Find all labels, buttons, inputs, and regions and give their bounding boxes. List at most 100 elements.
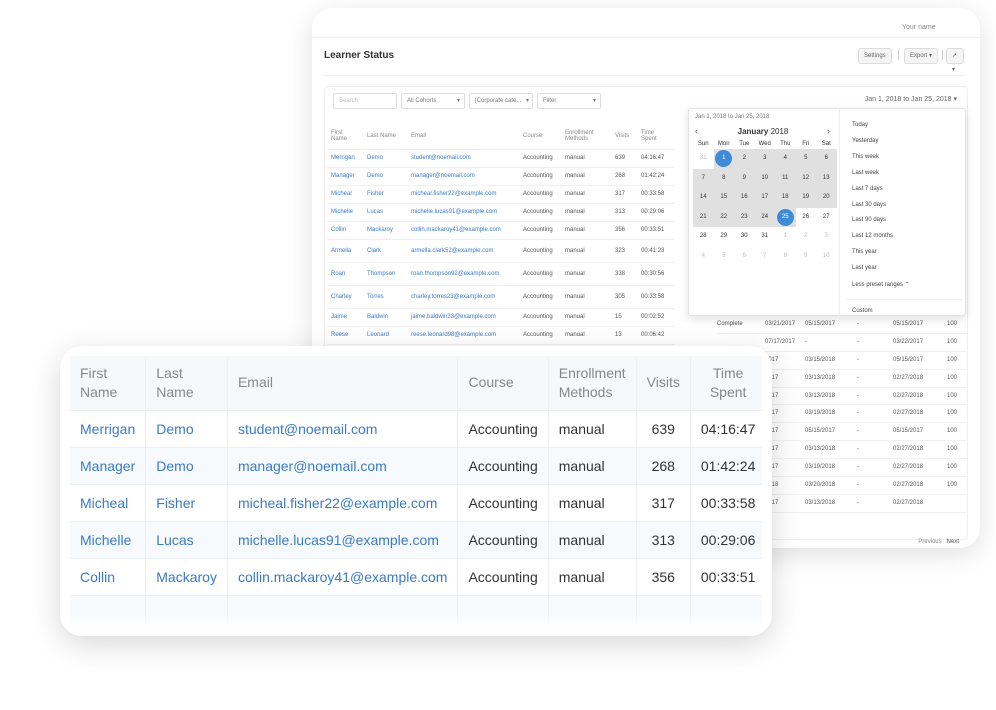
calendar-day[interactable]: 1 [713,149,734,169]
calendar-day[interactable]: 3 [816,227,837,247]
table-cell[interactable]: Torres [363,285,407,309]
table-cell[interactable]: Demo [145,409,228,447]
calendar-day[interactable]: 20 [816,188,837,208]
table-cell[interactable]: Merrigan [327,149,363,168]
date-range-picker[interactable]: Jan 1, 2018 to Jan 25, 2018 ▾ [865,95,957,103]
chevron-right-icon[interactable]: › [827,126,830,136]
export-button[interactable]: Export ▾ [904,48,939,64]
calendar-day[interactable]: 7 [755,247,776,267]
column-header[interactable]: Course [519,123,561,150]
preset-range-item[interactable]: Custom [852,308,873,314]
table-cell[interactable]: manager@noemail.com [407,167,519,186]
column-header[interactable]: Email [227,356,459,410]
calendar-day[interactable]: 2 [796,227,817,247]
calendar-day[interactable]: 10 [816,247,837,267]
user-menu[interactable]: Your name [902,16,962,31]
calendar-day[interactable]: 21 [693,207,714,227]
table-cell[interactable]: jaime.baldwin33@example.com [407,308,519,327]
table-cell[interactable]: Manager [70,446,147,484]
calendar-day[interactable]: 10 [754,168,775,188]
table-row[interactable]: Manager Demo manager@noemail.com Accounting… [70,446,762,484]
column-header[interactable]: Time Spent [690,356,762,410]
calendar-day[interactable]: 28 [693,227,714,247]
table-cell[interactable]: Mackaroy [363,221,407,240]
column-header[interactable]: Enrollment Methods [561,123,611,150]
table-cell[interactable]: Clark [363,239,407,263]
calendar-day[interactable]: 24 [754,207,775,227]
preset-range-item[interactable]: Last 90 days [852,217,886,223]
table-cell[interactable]: Mackaroy [145,557,228,595]
calendar-day[interactable]: 14 [693,188,714,208]
table-cell[interactable]: charley.torres23@example.com [407,285,519,309]
calendar-day[interactable]: 17 [754,188,775,208]
table-row[interactable]: Merrigan Demo student@noemail.com Accountin… [70,409,762,447]
table-cell[interactable]: student@noemail.com [227,409,459,447]
calendar-day[interactable]: 31 [693,149,714,169]
table-cell[interactable]: micheal.fisher22@example.com [407,185,519,204]
table-row[interactable]: Jaime Baldwin jaime.baldwin33@example.com A… [327,308,675,327]
table-cell[interactable]: Demo [363,149,407,168]
table-row[interactable]: Michelle Lucas michelle.lucas91@example.co… [327,203,675,222]
table-cell[interactable]: Demo [363,167,407,186]
table-cell[interactable]: Thompson [363,262,407,286]
table-cell[interactable]: Leonard [363,326,407,345]
table-cell[interactable]: collin.mackaroy41@example.com [407,221,519,240]
table-cell[interactable]: Roan [327,262,363,286]
preset-range-item[interactable]: Last year [852,265,877,271]
table-row[interactable]: Reese Leonard reese.leonard98@example.com A… [327,326,675,345]
table-cell[interactable]: Micheal [327,185,363,204]
category-select[interactable]: [Corporate cate... ▾ [469,93,533,109]
calendar-day[interactable]: 7 [693,168,714,188]
column-header[interactable]: Visits [636,356,691,410]
calendar-day[interactable]: 4 [775,149,796,169]
table-cell[interactable]: Reese [327,326,363,345]
next-page-button[interactable]: Next [947,539,959,545]
calendar-day[interactable]: 25 [775,207,796,227]
table-cell[interactable]: Collin [327,221,363,240]
calendar-day[interactable]: 15 [713,188,734,208]
table-row[interactable]: Charley Torres charley.torres23@example.co… [327,285,675,309]
calendar-day[interactable]: 9 [796,247,817,267]
preset-range-item[interactable]: Less preset ranges ⌃ [852,281,910,288]
table-cell[interactable]: Collin [70,557,147,595]
table-cell[interactable]: Lucas [145,520,228,558]
column-header[interactable]: Last Name [363,123,407,150]
calendar-day[interactable]: 18 [775,188,796,208]
calendar-day[interactable]: 29 [714,227,735,247]
preset-range-item[interactable]: Today [852,122,868,128]
column-header[interactable]: Visits [611,123,637,150]
preset-range-item[interactable]: This year [852,249,877,255]
table-row[interactable]: Collin Mackaroy collin.mackaroy41@example.… [70,557,762,595]
table-row[interactable]: Collin Mackaroy collin.mackaroy41@example.… [327,221,675,240]
calendar-day[interactable]: 5 [795,149,816,169]
table-row[interactable]: Micheal Fisher micheal.fisher22@example.co… [327,185,675,204]
table-cell[interactable]: student@noemail.com [407,149,519,168]
filter-select[interactable]: Filter ▾ [537,93,601,109]
calendar-day[interactable]: 6 [816,149,837,169]
calendar-day[interactable]: 2 [734,149,755,169]
table-cell[interactable]: Armella [327,239,363,263]
table-row[interactable]: Micheal Fisher micheal.fisher22@example.co… [70,483,762,521]
table-cell[interactable]: Fisher [363,185,407,204]
table-cell[interactable]: Micheal [70,483,147,521]
settings-button[interactable]: Settings [858,48,892,64]
table-row[interactable]: ArmellaClarkarmella.clark52@example.comA… [327,239,675,263]
preset-range-item[interactable]: Last 7 days [852,186,883,192]
table-cell[interactable]: Charley [327,285,363,309]
search-input[interactable]: Search [333,93,397,109]
calendar-day[interactable]: 3 [754,149,775,169]
previous-page-button[interactable]: Previous [918,539,941,545]
preset-range-item[interactable]: Yesterday [852,138,878,144]
calendar-day[interactable]: 13 [816,168,837,188]
column-header[interactable]: Course [457,356,549,410]
column-header[interactable]: Enrollment Methods [548,356,637,410]
table-cell[interactable]: micheal.fisher22@example.com [227,483,459,521]
table-cell[interactable]: reese.leonard98@example.com [407,326,519,345]
preset-range-item[interactable]: This week [852,154,879,160]
column-header[interactable]: Last Name [145,356,228,410]
table-cell[interactable]: michelle.lucas91@example.com [227,520,459,558]
calendar-day[interactable]: 12 [795,168,816,188]
table-row[interactable]: Merrigan Demo student@noemail.com Accountin… [327,149,675,168]
column-header[interactable]: First Name [70,356,147,410]
calendar-day[interactable]: 30 [734,227,755,247]
